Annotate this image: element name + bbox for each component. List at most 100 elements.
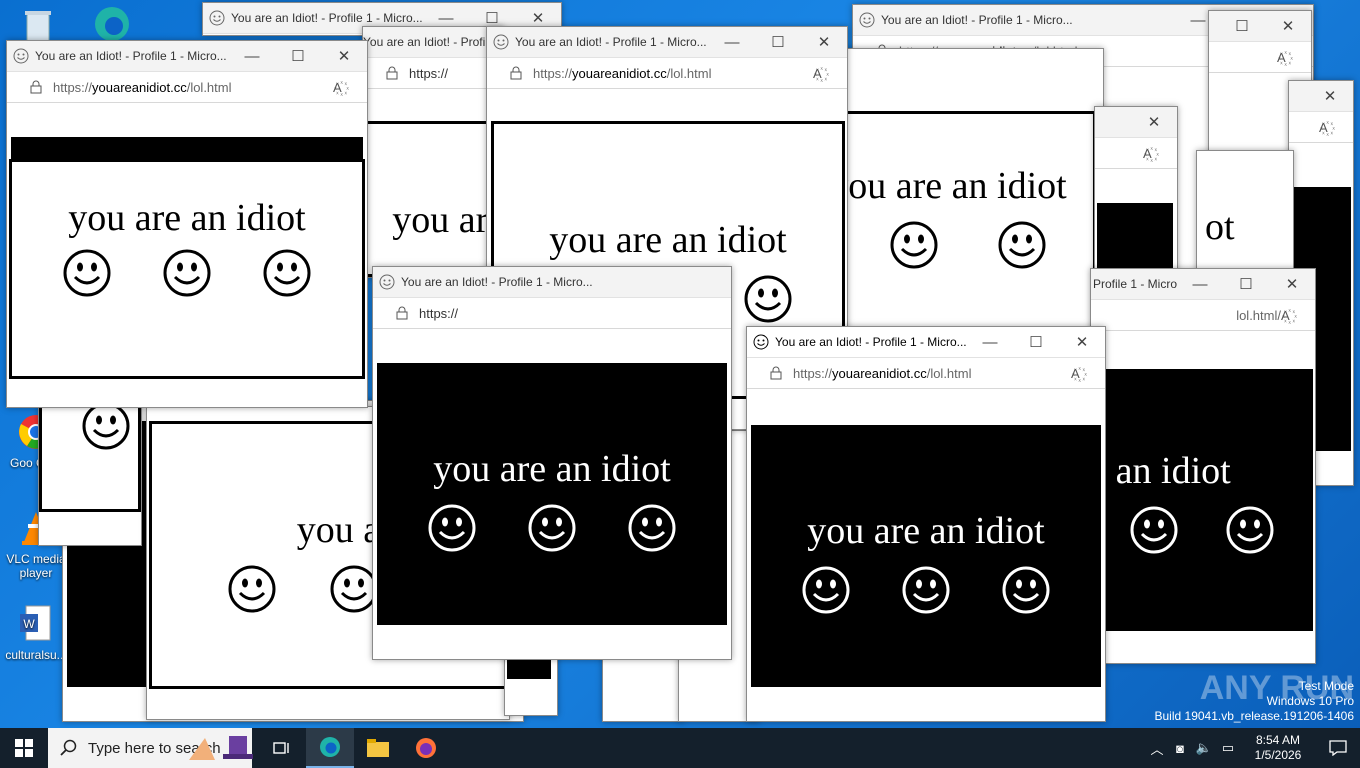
read-aloud-icon[interactable]: A꙰: [1319, 118, 1337, 136]
lock-icon: [30, 80, 42, 94]
read-aloud-icon[interactable]: A꙰: [1281, 306, 1299, 324]
popup-window[interactable]: You are an Idiot! - Profile 1 - Micro...…: [1090, 268, 1316, 664]
minimize-button[interactable]: —: [1177, 269, 1223, 299]
lock-icon: [770, 366, 782, 380]
idiot-panel: you are an idiot: [1091, 369, 1313, 631]
address-bar[interactable]: https://youareanidiot.cc/lol.html A꙰: [7, 72, 367, 103]
popup-window[interactable]: [38, 404, 142, 546]
idiot-panel: you are an idiot: [843, 111, 1096, 347]
popup-window[interactable]: you are an idiot: [842, 48, 1104, 350]
address-bar[interactable]: A꙰: [1095, 138, 1177, 169]
title-bar[interactable]: You are an Idiot! - Profile 1 - Micro...…: [7, 41, 367, 72]
address-bar[interactable]: https://: [373, 298, 731, 329]
read-aloud-icon[interactable]: A꙰: [1143, 144, 1161, 162]
close-button[interactable]: ✕: [1131, 107, 1177, 137]
minimize-button[interactable]: —: [709, 27, 755, 57]
popup-window[interactable]: ot: [1196, 150, 1294, 282]
smiley-row: [861, 220, 1076, 275]
maximize-button[interactable]: ☐: [1223, 269, 1269, 299]
maximize-button[interactable]: ☐: [1219, 11, 1265, 41]
title-bar[interactable]: You are an Idiot! - Profile 1 - Micro...…: [487, 27, 847, 58]
url-domain: youareanidiot.cc: [832, 365, 927, 381]
popup-window[interactable]: You are an Idiot! - Profile 1 - Micro...…: [6, 40, 368, 408]
url-path: /lol.html: [1236, 307, 1281, 323]
title-bar[interactable]: You are an Idiot! - Profile 1 - Micro...: [373, 267, 731, 298]
smiley-face-icon: [427, 503, 477, 558]
title-bar[interactable]: ☐ ✕: [1209, 11, 1311, 42]
word-doc-desktop-icon[interactable]: W culturalsu...: [4, 604, 68, 662]
smiley-face-icon: [743, 274, 793, 329]
popup-window[interactable]: You are an Idiot! - Profile 1 - Micro...…: [362, 26, 504, 278]
taskbar-firefox-button[interactable]: [402, 728, 450, 768]
read-aloud-icon[interactable]: A꙰: [1277, 48, 1295, 66]
read-aloud-icon[interactable]: A꙰: [333, 78, 351, 96]
url-scheme: https://: [53, 79, 93, 95]
smiley-favicon-icon: [753, 334, 769, 350]
firefox-icon: [416, 738, 436, 758]
maximize-button[interactable]: ☐: [1013, 327, 1059, 357]
title-bar[interactable]: ✕: [1095, 107, 1177, 138]
smiley-face-icon: [527, 503, 577, 558]
search-highlight-image[interactable]: [182, 728, 258, 768]
clock[interactable]: 8:54 AM 1/5/2026: [1240, 728, 1316, 768]
clock-date: 1/5/2026: [1254, 748, 1302, 762]
title-bar[interactable]: You are an Idiot! - Profile 1 - Micro...…: [1091, 269, 1315, 300]
window-title: You are an Idiot! - Profile 1 - Micro...: [363, 35, 503, 49]
close-button[interactable]: ✕: [1265, 11, 1311, 41]
smiley-face-icon: [162, 248, 212, 303]
window-title: You are an Idiot! - Profile 1 - Micro...: [35, 49, 227, 63]
smiley-face-icon: [1129, 505, 1179, 560]
camera-icon[interactable]: ◙: [1168, 728, 1192, 768]
maximize-button[interactable]: ☐: [275, 41, 321, 71]
task-view-button[interactable]: [258, 728, 306, 768]
taskbar-file-explorer-button[interactable]: [354, 728, 402, 768]
edge-icon: [320, 737, 340, 757]
title-bar[interactable]: ✕: [1289, 81, 1353, 112]
volume-icon[interactable]: 🔈: [1192, 728, 1216, 768]
lock-icon: [510, 66, 522, 80]
url-path: /lol.html: [666, 65, 712, 81]
maximize-button[interactable]: ☐: [755, 27, 801, 57]
magician-hat-icon: [189, 736, 253, 760]
address-bar[interactable]: https://youareanidiot.cc/lol.html A꙰: [487, 58, 847, 89]
idiot-message: you are an idiot: [68, 197, 306, 239]
idiot-message: you are an idiot: [842, 165, 1067, 207]
smiley-row: [37, 248, 338, 303]
read-aloud-icon[interactable]: A꙰: [1071, 364, 1089, 382]
popup-window[interactable]: You are an Idiot! - Profile 1 - Micro...…: [746, 326, 1106, 722]
idiot-panel: you are an idiot: [363, 121, 503, 277]
popup-window[interactable]: You are an Idiot! - Profile 1 - Micro...…: [372, 266, 732, 660]
address-bar[interactable]: /lol.html A꙰: [1091, 300, 1315, 331]
window-title: You are an Idiot! - Profile 1 - Micro...: [881, 13, 1073, 27]
title-bar[interactable]: You are an Idiot! - Profile 1 - Micro...…: [747, 327, 1105, 358]
smiley-row: [776, 565, 1077, 620]
close-button[interactable]: ✕: [321, 41, 367, 71]
address-bar[interactable]: A꙰: [1289, 112, 1353, 143]
title-bar[interactable]: You are an Idiot! - Profile 1 - Micro...: [363, 27, 503, 58]
smiley-face-icon: [1001, 565, 1051, 620]
close-button[interactable]: ✕: [1307, 81, 1353, 111]
network-icon[interactable]: ▭: [1216, 728, 1240, 768]
read-aloud-icon[interactable]: A꙰: [813, 64, 831, 82]
taskbar-edge-button[interactable]: [306, 728, 354, 768]
show-hidden-icons-chevron-up-icon[interactable]: ︿: [1146, 728, 1168, 768]
watermark-line: Windows 10 Pro: [1266, 694, 1354, 708]
close-button[interactable]: ✕: [1269, 269, 1315, 299]
minimize-button[interactable]: —: [229, 41, 275, 71]
url-scheme: https://: [793, 365, 833, 381]
address-bar[interactable]: https://youareanidiot.cc/lol.html A꙰: [747, 358, 1105, 389]
start-button[interactable]: [0, 728, 48, 768]
address-bar[interactable]: https://: [363, 58, 503, 89]
word-document-icon: W: [20, 605, 51, 641]
address-bar[interactable]: A꙰: [1209, 42, 1311, 73]
close-button[interactable]: ✕: [801, 27, 847, 57]
black-bar: [11, 137, 363, 159]
smiley-favicon-icon: [13, 48, 29, 64]
close-button[interactable]: ✕: [1059, 327, 1105, 357]
notifications-button[interactable]: [1316, 728, 1360, 768]
url-text: https://: [419, 305, 459, 321]
idiot-message: you are an idiot: [1091, 450, 1231, 492]
minimize-button[interactable]: —: [967, 327, 1013, 357]
idiot-message: you are an idiot: [433, 448, 671, 490]
smiley-face-icon: [227, 564, 277, 619]
